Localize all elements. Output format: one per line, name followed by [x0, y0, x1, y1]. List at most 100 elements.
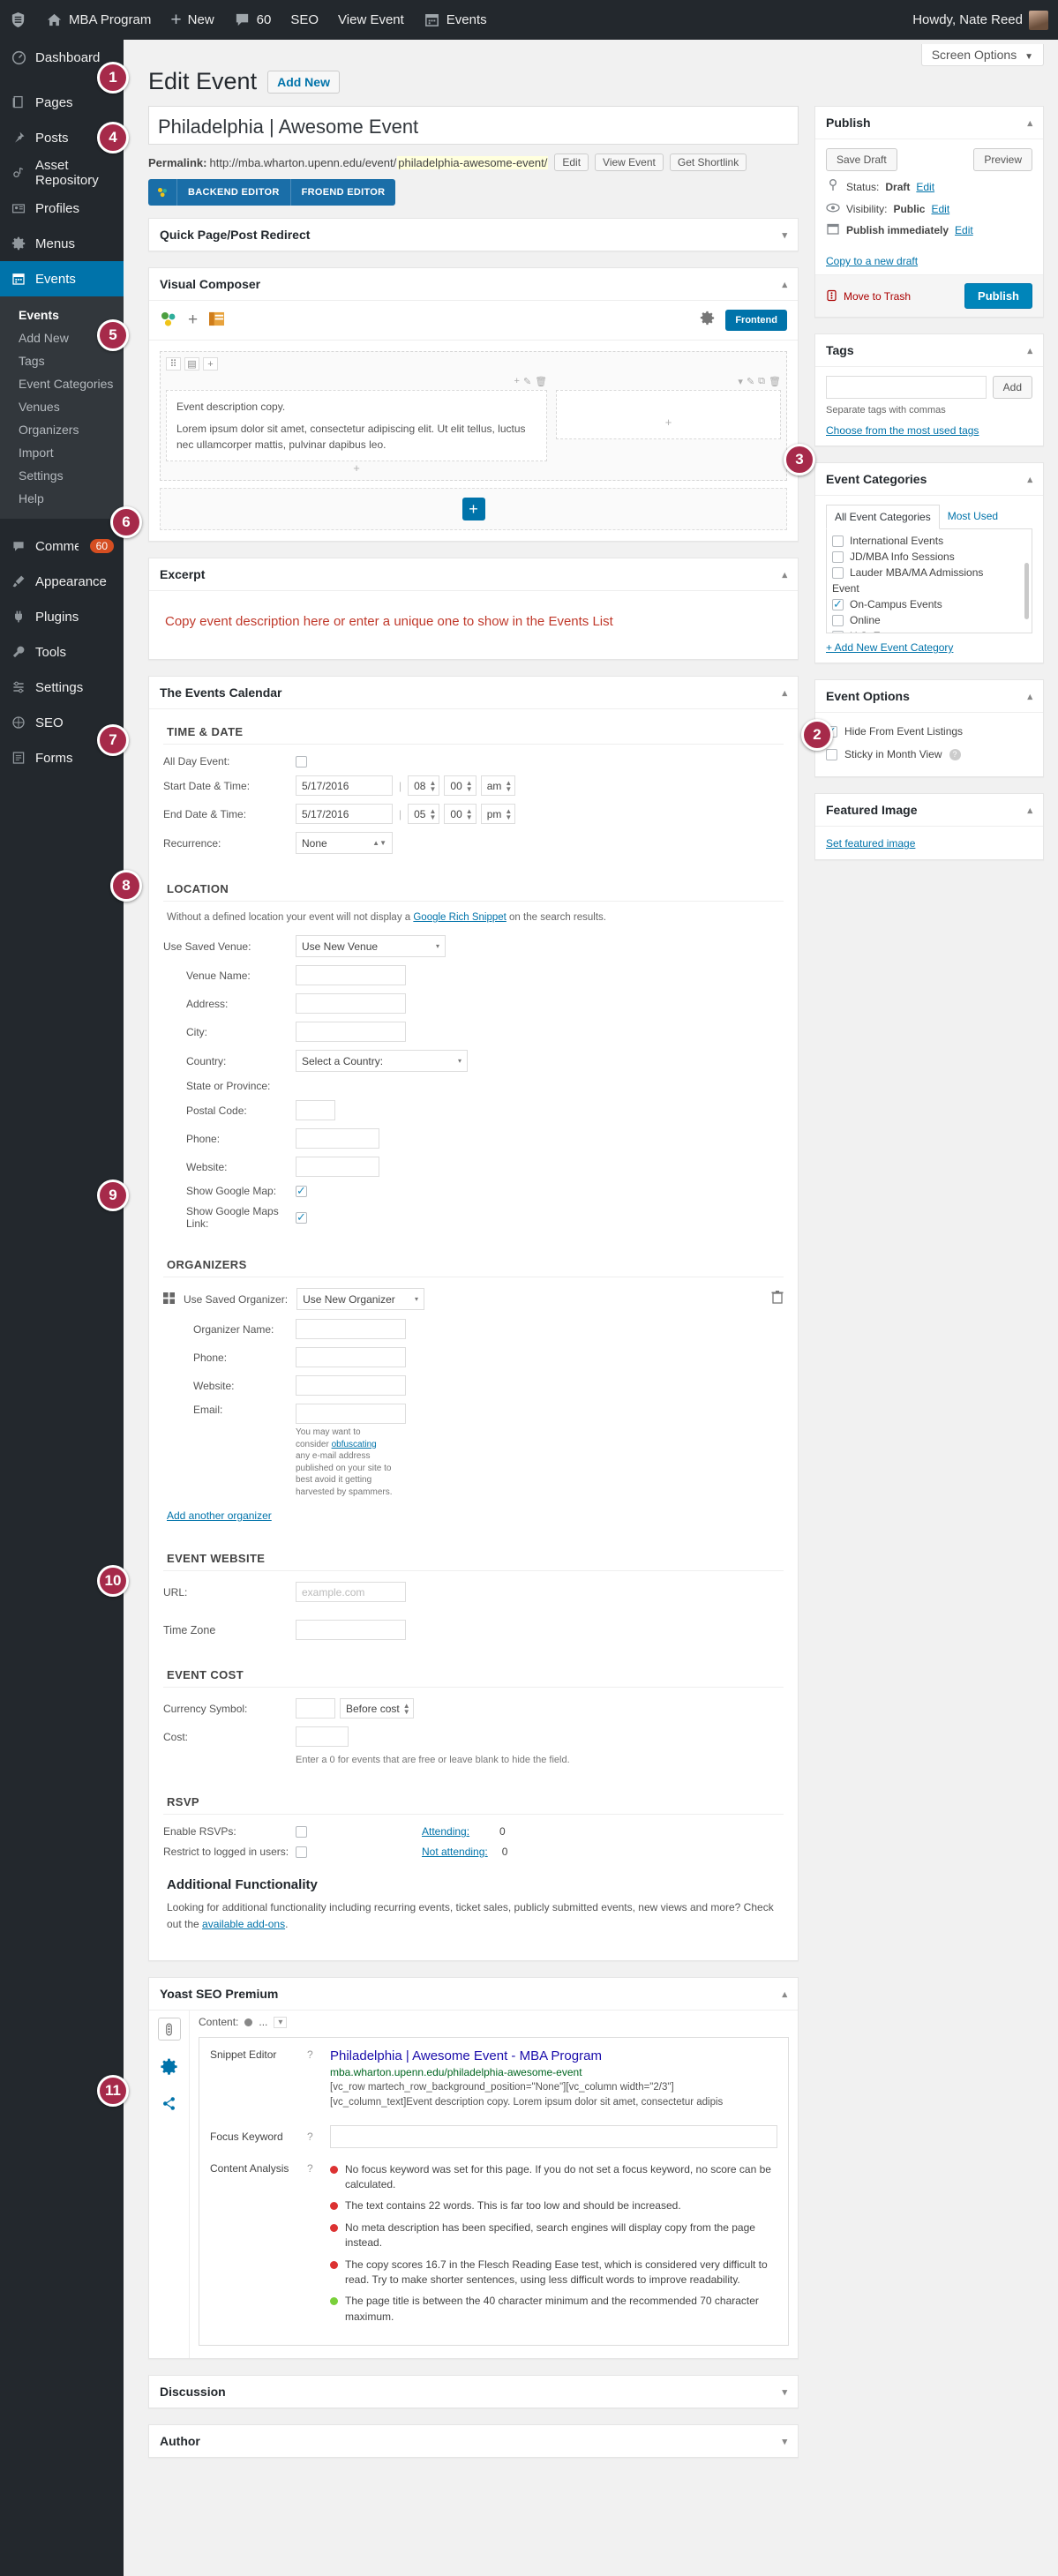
edit-icon[interactable]: ✎	[523, 376, 531, 387]
chevron-up-icon[interactable]: ▴	[1027, 474, 1032, 485]
quick-redirect-header[interactable]: Quick Page/Post Redirect ▾	[149, 219, 798, 251]
layout-icon[interactable]: ▤	[184, 357, 199, 371]
available-addons-link[interactable]: available add-ons	[202, 1918, 285, 1930]
vc-row[interactable]: ⠿ ▤ + + ✎ 🗑 Event description copy. Lore…	[160, 351, 787, 481]
cost-input[interactable]	[296, 1726, 349, 1747]
sidebar-item-comments[interactable]: Comments 60	[0, 528, 124, 564]
category-checkbox[interactable]	[832, 630, 844, 633]
saved-organizer-select[interactable]: Use New Organizer ▾	[296, 1288, 425, 1310]
plus-icon[interactable]: +	[461, 498, 485, 520]
sidebar-item-appearance[interactable]: Appearance	[0, 564, 124, 599]
help-icon[interactable]: ?	[949, 748, 961, 760]
attending-link[interactable]: Attending:	[422, 1825, 469, 1838]
excerpt-header[interactable]: Excerpt ▴	[149, 558, 798, 591]
sidebar-item-settings[interactable]: Settings	[0, 670, 124, 705]
sidebar-item-tools[interactable]: Tools	[0, 634, 124, 670]
city-input[interactable]	[296, 1022, 406, 1042]
chevron-up-icon[interactable]: ▴	[782, 1988, 787, 2000]
post-title-input[interactable]: Philadelphia | Awesome Event	[148, 106, 799, 145]
postal-input[interactable]	[296, 1100, 335, 1120]
sidebar-item-events[interactable]: Events	[0, 261, 124, 296]
chevron-down-icon[interactable]: ▾	[274, 2016, 288, 2028]
grid-icon[interactable]	[163, 1292, 175, 1307]
chevron-down-icon[interactable]: ▾	[782, 2386, 787, 2398]
show-map-checkbox[interactable]	[296, 1184, 307, 1198]
yoast-settings-tab-icon[interactable]	[158, 2055, 181, 2078]
organizer-name-input[interactable]	[296, 1319, 406, 1339]
chevron-up-icon[interactable]: ▴	[1027, 345, 1032, 356]
choose-most-used-tags-link[interactable]: Choose from the most used tags	[826, 424, 979, 437]
edit-schedule-link[interactable]: Edit	[955, 224, 973, 236]
category-item[interactable]: JD/MBA Info Sessions	[832, 549, 1026, 565]
sticky-month-view-checkbox[interactable]	[826, 748, 837, 760]
featured-image-header[interactable]: Featured Image ▴	[815, 794, 1043, 827]
end-meridiem-select[interactable]: pm ▲ ▼	[480, 804, 516, 824]
discussion-header[interactable]: Discussion ▾	[149, 2376, 798, 2408]
start-date-input[interactable]: 5/17/2016	[296, 775, 393, 796]
recurrence-select[interactable]: None ▲▼	[296, 832, 393, 854]
yoast-content-tab[interactable]: Content: ... ▾	[199, 2016, 789, 2028]
drag-handle-icon[interactable]: ⠿	[166, 357, 181, 371]
saved-venue-select[interactable]: Use New Venue ▾	[296, 935, 446, 957]
snippet-preview[interactable]: Philadelphia | Awesome Event - MBA Progr…	[330, 2048, 777, 2111]
frontend-editor-tab[interactable]: FROEND EDITOR	[289, 179, 396, 206]
delete-icon[interactable]: 🗑	[535, 376, 547, 387]
view-event-button[interactable]: View Event	[328, 0, 414, 40]
time-zone-input[interactable]	[296, 1620, 406, 1640]
focus-keyword-input[interactable]	[330, 2124, 777, 2148]
gear-icon[interactable]	[700, 311, 715, 330]
chevron-up-icon[interactable]: ▴	[782, 569, 787, 580]
excerpt-text[interactable]: Copy event description here or enter a u…	[160, 602, 787, 648]
frontend-button[interactable]: Frontend	[725, 310, 787, 331]
hide-from-listings-row[interactable]: Hide From Event Listings	[826, 720, 1032, 743]
enable-rsvp-checkbox[interactable]	[296, 1825, 307, 1838]
vc-templates-icon[interactable]	[208, 311, 225, 329]
submenu-item-settings[interactable]: Settings	[0, 464, 124, 487]
sidebar-item-plugins[interactable]: Plugins	[0, 599, 124, 634]
tags-header[interactable]: Tags ▴	[815, 334, 1043, 367]
vc-empty-column[interactable]: +	[556, 390, 781, 439]
add-icon[interactable]: +	[665, 414, 672, 431]
sticky-month-view-row[interactable]: Sticky in Month View ?	[826, 743, 1032, 766]
end-minute-select[interactable]: 00 ▲ ▼	[444, 804, 476, 824]
help-icon[interactable]: ?	[307, 2162, 330, 2332]
chevron-up-icon[interactable]: ▴	[782, 279, 787, 290]
events-adminbar-button[interactable]: Events	[414, 0, 497, 40]
add-icon[interactable]: +	[203, 357, 218, 371]
site-name-button[interactable]: MBA Program	[36, 0, 161, 40]
category-checkbox[interactable]	[832, 597, 844, 611]
edit-status-link[interactable]: Edit	[916, 181, 934, 193]
organizer-email-input[interactable]	[296, 1404, 406, 1424]
comments-bubble-button[interactable]: 60	[224, 0, 281, 40]
category-checkbox[interactable]	[832, 535, 844, 547]
not-attending-link[interactable]: Not attending:	[422, 1846, 488, 1858]
add-icon[interactable]: +	[353, 461, 360, 475]
events-calendar-header[interactable]: The Events Calendar ▴	[149, 677, 798, 709]
publish-button[interactable]: Publish	[964, 283, 1032, 309]
submenu-item-help[interactable]: Help	[0, 487, 124, 510]
delete-organizer-icon[interactable]	[771, 1291, 784, 1307]
copy-icon[interactable]: ⧉	[758, 376, 765, 387]
delete-icon[interactable]: 🗑	[769, 376, 781, 387]
tab-all-event-categories[interactable]: All Event Categories	[826, 505, 940, 529]
website-input[interactable]	[296, 1157, 379, 1177]
address-input[interactable]	[296, 993, 406, 1014]
copy-to-new-draft-link[interactable]: Copy to a new draft	[826, 255, 918, 267]
country-select[interactable]: Select a Country: ▾	[296, 1050, 468, 1072]
category-item[interactable]: Online	[832, 612, 1026, 628]
add-tag-button[interactable]: Add	[992, 376, 1032, 399]
restrict-rsvp-checkbox[interactable]	[296, 1846, 307, 1858]
tab-most-used[interactable]: Most Used	[940, 505, 1006, 528]
category-item[interactable]: Lauder MBA/MA Admissions	[832, 565, 1026, 580]
google-rich-snippet-link[interactable]: Google Rich Snippet	[413, 912, 506, 923]
help-icon[interactable]: ?	[307, 2130, 330, 2143]
category-item[interactable]: International Events	[832, 533, 1026, 549]
tags-input[interactable]	[826, 376, 987, 399]
add-new-button[interactable]: Add New	[267, 70, 340, 94]
my-account-button[interactable]: Howdy, Nate Reed	[903, 0, 1058, 40]
wordpress-logo-button[interactable]	[0, 0, 36, 40]
category-checkbox[interactable]	[832, 566, 844, 579]
view-event-button[interactable]: View Event	[595, 154, 664, 171]
help-icon[interactable]: ?	[307, 2048, 330, 2111]
author-header[interactable]: Author ▾	[149, 2425, 798, 2457]
